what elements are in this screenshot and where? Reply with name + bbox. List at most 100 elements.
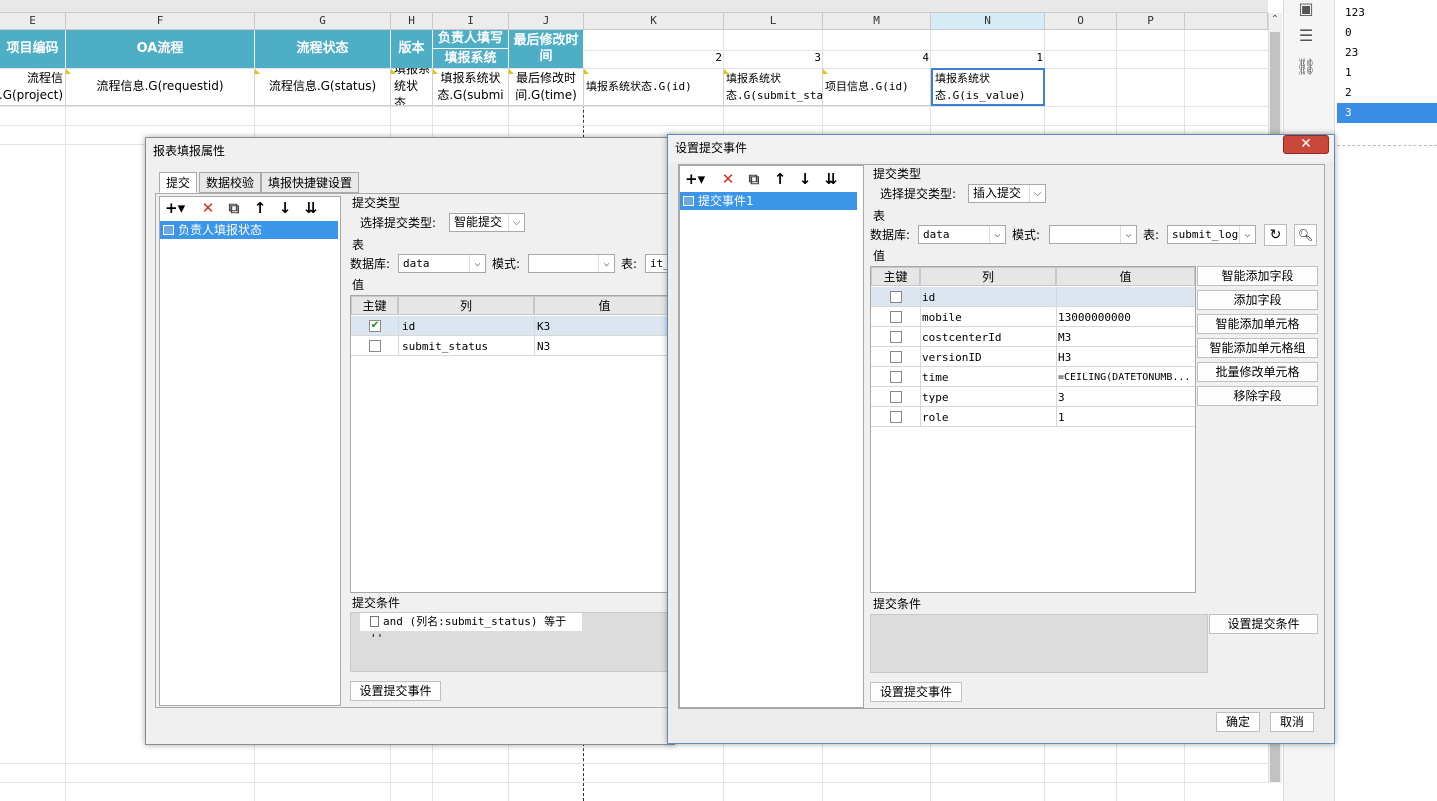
tab-submit[interactable]: 提交	[159, 172, 198, 193]
add-icon[interactable]: +▾	[165, 198, 185, 218]
tree-item-owner-fill-status[interactable]: 负责人填报状态	[160, 221, 338, 239]
list-item[interactable]: 1	[1337, 63, 1437, 83]
submit-condition-box[interactable]	[870, 614, 1208, 673]
tree-item-submit-event[interactable]: 提交事件1	[680, 192, 857, 210]
tab-data-validation[interactable]: 数据校验	[199, 172, 262, 193]
primary-key-checkbox[interactable]	[890, 351, 902, 363]
cell-g3[interactable]: 流程信息.G(status)	[255, 68, 391, 106]
cell-l2[interactable]: 3	[724, 51, 823, 68]
close-icon[interactable]: ✕	[1283, 135, 1329, 154]
row-value[interactable]: 3	[1058, 388, 1065, 407]
table-row[interactable]	[351, 316, 675, 336]
cell-m2[interactable]: 4	[823, 51, 931, 68]
column-header-g[interactable]: G	[255, 13, 391, 30]
link-icon[interactable]: ⛓	[1296, 58, 1316, 76]
row-value[interactable]: 13000000000	[1058, 308, 1131, 327]
header-cell-flow-status[interactable]: 流程状态	[255, 30, 391, 68]
cell-k3[interactable]: 填报系统状态.G(id)	[584, 68, 724, 106]
cell-n3-selected[interactable]: 填报系统状态.G(is_value)	[931, 68, 1045, 106]
primary-key-checkbox[interactable]	[890, 291, 902, 303]
column-header-l[interactable]: L	[724, 13, 823, 30]
smart-add-cell-button[interactable]: 智能添加单元格	[1197, 314, 1318, 334]
row-value[interactable]: H3	[1058, 348, 1071, 367]
primary-key-checkbox[interactable]	[890, 311, 902, 323]
preview-icon[interactable]: 🔍︎	[1294, 224, 1317, 246]
layout-icon[interactable]: ☰	[1296, 27, 1316, 45]
schema-select[interactable]: ⌵	[528, 254, 615, 273]
column-header-j[interactable]: J	[509, 13, 584, 30]
column-header-n[interactable]: N	[931, 13, 1045, 30]
table-select[interactable]: submit_log ⌵	[1167, 225, 1256, 244]
add-icon[interactable]: +▾	[685, 169, 705, 189]
table-row[interactable]	[351, 336, 675, 356]
cell-i3[interactable]: 填报系统状态.G(submi	[433, 68, 509, 106]
header-cell-fill-system[interactable]: 填报系统	[433, 49, 509, 68]
list-item[interactable]: 0	[1337, 23, 1437, 43]
column-header-e[interactable]: E	[0, 13, 66, 30]
column-header-i[interactable]: I	[433, 13, 509, 30]
column-header-f[interactable]: F	[66, 13, 255, 30]
add-field-button[interactable]: 添加字段	[1197, 290, 1318, 310]
db-select[interactable]: data ⌵	[398, 254, 486, 273]
submit-type-select[interactable]: 插入提交 ⌵	[968, 184, 1046, 203]
list-item[interactable]: 2	[1337, 83, 1437, 103]
row-value[interactable]: 1	[1058, 408, 1065, 427]
primary-key-checkbox[interactable]	[890, 411, 902, 423]
list-item[interactable]: 23	[1337, 43, 1437, 63]
delete-icon[interactable]: ✕	[198, 198, 218, 218]
copy-icon[interactable]: ⧉	[744, 169, 764, 189]
cell-k2[interactable]: 2	[584, 51, 724, 68]
header-cell-version[interactable]: 版本	[391, 30, 433, 68]
cell-l3[interactable]: 填报系统状态.G(submit_status)	[724, 68, 823, 106]
smart-add-cell-group-button[interactable]: 智能添加单元格组	[1197, 338, 1318, 358]
move-down-icon[interactable]: ↓	[275, 198, 295, 218]
row-value[interactable]: M3	[1058, 328, 1071, 347]
set-submit-event-button[interactable]: 设置提交事件	[870, 682, 962, 702]
sort-icon[interactable]: ⇊	[821, 169, 841, 189]
move-up-icon[interactable]: ↑	[770, 169, 790, 189]
remove-field-button[interactable]: 移除字段	[1197, 386, 1318, 406]
primary-key-checkbox[interactable]: ✔	[369, 320, 381, 332]
move-up-icon[interactable]: ↑	[250, 198, 270, 218]
header-cell-oa-flow[interactable]: OA流程	[66, 30, 255, 68]
submit-type-select[interactable]: 智能提交 ⌵	[449, 213, 525, 232]
header-cell-project-code[interactable]: 项目编码	[0, 30, 66, 68]
set-submit-event-button[interactable]: 设置提交事件	[350, 681, 441, 701]
cell-m3[interactable]: 项目信息.G(id)	[823, 68, 931, 106]
primary-key-checkbox[interactable]	[890, 331, 902, 343]
cancel-button[interactable]: 取消	[1270, 712, 1314, 732]
header-cell-owner-fill[interactable]: 负责人填写	[433, 30, 509, 49]
move-down-icon[interactable]: ↓	[795, 169, 815, 189]
column-header-h[interactable]: H	[391, 13, 433, 30]
cell-e3[interactable]: 流程信息.G(project)	[0, 68, 66, 106]
refresh-icon[interactable]: ↻	[1264, 224, 1287, 246]
primary-key-checkbox[interactable]	[890, 391, 902, 403]
sort-icon[interactable]: ⇊	[301, 198, 321, 218]
column-header-k[interactable]: K	[584, 13, 724, 30]
db-select[interactable]: data ⌵	[918, 225, 1006, 244]
row-value[interactable]: =CEILING(DATETONUMB...	[1058, 368, 1194, 387]
scroll-up-icon[interactable]: ⌃	[1270, 14, 1280, 28]
list-item[interactable]: 123	[1337, 3, 1437, 23]
list-item-selected[interactable]: 3	[1337, 103, 1437, 123]
cell-h3[interactable]: 填报系统状态.	[391, 68, 433, 106]
batch-edit-cell-button[interactable]: 批量修改单元格	[1197, 362, 1318, 382]
primary-key-checkbox[interactable]	[369, 340, 381, 352]
schema-select[interactable]: ⌵	[1049, 225, 1137, 244]
tab-shortcut-settings[interactable]: 填报快捷键设置	[261, 172, 360, 193]
condition-item[interactable]: and (列名:submit_status) 等于 ''	[360, 613, 582, 645]
primary-key-checkbox[interactable]	[890, 371, 902, 383]
cell-n2[interactable]: 1	[931, 51, 1045, 68]
delete-icon[interactable]: ✕	[718, 169, 738, 189]
cell-j3[interactable]: 最后修改时间.G(time)	[509, 68, 584, 106]
column-header-p[interactable]: P	[1117, 13, 1185, 30]
ok-button[interactable]: 确定	[1216, 712, 1260, 732]
copy-icon[interactable]: ⧉	[224, 198, 244, 218]
set-submit-condition-button[interactable]: 设置提交条件	[1209, 614, 1318, 634]
header-cell-last-modified[interactable]: 最后修改时间	[509, 30, 584, 68]
smart-add-field-button[interactable]: 智能添加字段	[1197, 266, 1318, 286]
column-header-o[interactable]: O	[1045, 13, 1117, 30]
column-header-m[interactable]: M	[823, 13, 931, 30]
export-icon[interactable]: ▣	[1296, 0, 1316, 18]
cell-f3[interactable]: 流程信息.G(requestid)	[66, 68, 255, 106]
